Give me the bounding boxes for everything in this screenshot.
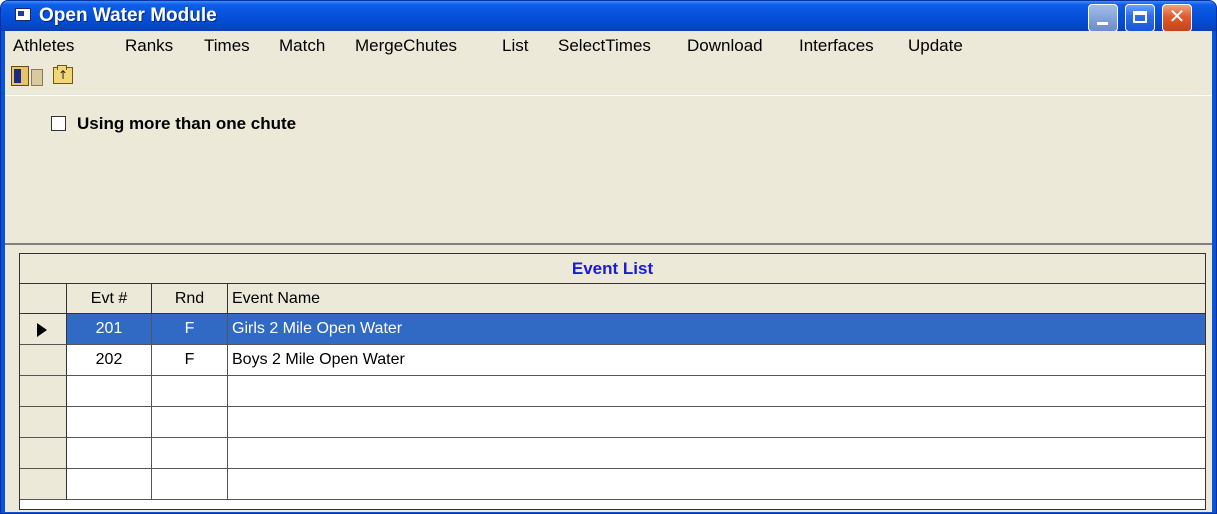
current-row-icon	[37, 323, 47, 337]
cell-event-name[interactable]: Girls 2 Mile Open Water	[228, 314, 1205, 345]
row-selector[interactable]	[20, 407, 67, 438]
cell-event-name[interactable]	[228, 469, 1205, 500]
menu-athletes[interactable]: Athletes	[13, 36, 74, 56]
cell-evt[interactable]	[67, 376, 152, 407]
client-area: Athletes Ranks Times Match MergeChutes L…	[5, 31, 1212, 512]
menu-download[interactable]: Download	[687, 36, 763, 56]
app-window: Open Water Module ✕ Athletes Ranks Times…	[0, 0, 1217, 514]
close-icon: ✕	[1168, 4, 1186, 28]
cell-event-name[interactable]	[228, 438, 1205, 469]
cell-evt[interactable]	[67, 407, 152, 438]
column-header-evt[interactable]: Evt #	[67, 284, 152, 314]
table-row[interactable]	[20, 469, 1205, 500]
minimize-button[interactable]	[1088, 4, 1118, 32]
menu-interfaces[interactable]: Interfaces	[799, 36, 874, 56]
grid-caption: Event List	[20, 254, 1205, 284]
cell-evt[interactable]: 201	[67, 314, 152, 345]
menu-selecttimes[interactable]: SelectTimes	[558, 36, 651, 56]
cell-rnd[interactable]	[152, 376, 228, 407]
athlete-icon[interactable]	[11, 66, 29, 86]
cell-rnd[interactable]: F	[152, 314, 228, 345]
row-selector[interactable]	[20, 345, 67, 376]
menu-list[interactable]: List	[502, 36, 528, 56]
window-title: Open Water Module	[39, 5, 217, 26]
menu-bar: Athletes Ranks Times Match MergeChutes L…	[5, 31, 1212, 59]
menu-mergechutes[interactable]: MergeChutes	[355, 36, 457, 56]
row-selector[interactable]	[20, 314, 67, 345]
multi-chute-label[interactable]: Using more than one chute	[77, 114, 296, 134]
table-row[interactable]: 202 F Boys 2 Mile Open Water	[20, 345, 1205, 376]
menu-match[interactable]: Match	[279, 36, 325, 56]
table-row[interactable]	[20, 438, 1205, 469]
row-selector[interactable]	[20, 469, 67, 500]
row-selector[interactable]	[20, 376, 67, 407]
folder-up-icon[interactable]: ↑	[53, 65, 73, 84]
multi-chute-checkbox[interactable]	[51, 116, 66, 131]
column-header-event-name[interactable]: Event Name	[228, 284, 1205, 314]
cell-rnd[interactable]	[152, 469, 228, 500]
cell-rnd[interactable]: F	[152, 345, 228, 376]
row-selector[interactable]	[20, 438, 67, 469]
maximize-button[interactable]	[1125, 4, 1155, 32]
app-icon	[15, 8, 31, 21]
cell-evt[interactable]	[67, 469, 152, 500]
cell-rnd[interactable]	[152, 438, 228, 469]
cell-event-name[interactable]	[228, 376, 1205, 407]
event-list-panel: Event List Evt # Rnd Event Name 201 F Gi…	[5, 243, 1212, 512]
cell-event-name[interactable]: Boys 2 Mile Open Water	[228, 345, 1205, 376]
cell-evt[interactable]	[67, 438, 152, 469]
cell-evt[interactable]: 202	[67, 345, 152, 376]
table-row[interactable]: 201 F Girls 2 Mile Open Water	[20, 314, 1205, 345]
document-icon[interactable]	[31, 69, 43, 86]
table-row[interactable]	[20, 376, 1205, 407]
menu-update[interactable]: Update	[908, 36, 963, 56]
event-grid: Event List Evt # Rnd Event Name 201 F Gi…	[19, 253, 1206, 510]
cell-rnd[interactable]	[152, 407, 228, 438]
close-button[interactable]: ✕	[1162, 4, 1192, 32]
cell-event-name[interactable]	[228, 407, 1205, 438]
row-header-corner	[20, 284, 67, 314]
toolbar: ↑	[5, 61, 1212, 95]
menu-times[interactable]: Times	[204, 36, 250, 56]
menu-ranks[interactable]: Ranks	[125, 36, 173, 56]
column-header-rnd[interactable]: Rnd	[152, 284, 228, 314]
table-row[interactable]	[20, 407, 1205, 438]
title-bar[interactable]: Open Water Module ✕	[1, 1, 1216, 32]
